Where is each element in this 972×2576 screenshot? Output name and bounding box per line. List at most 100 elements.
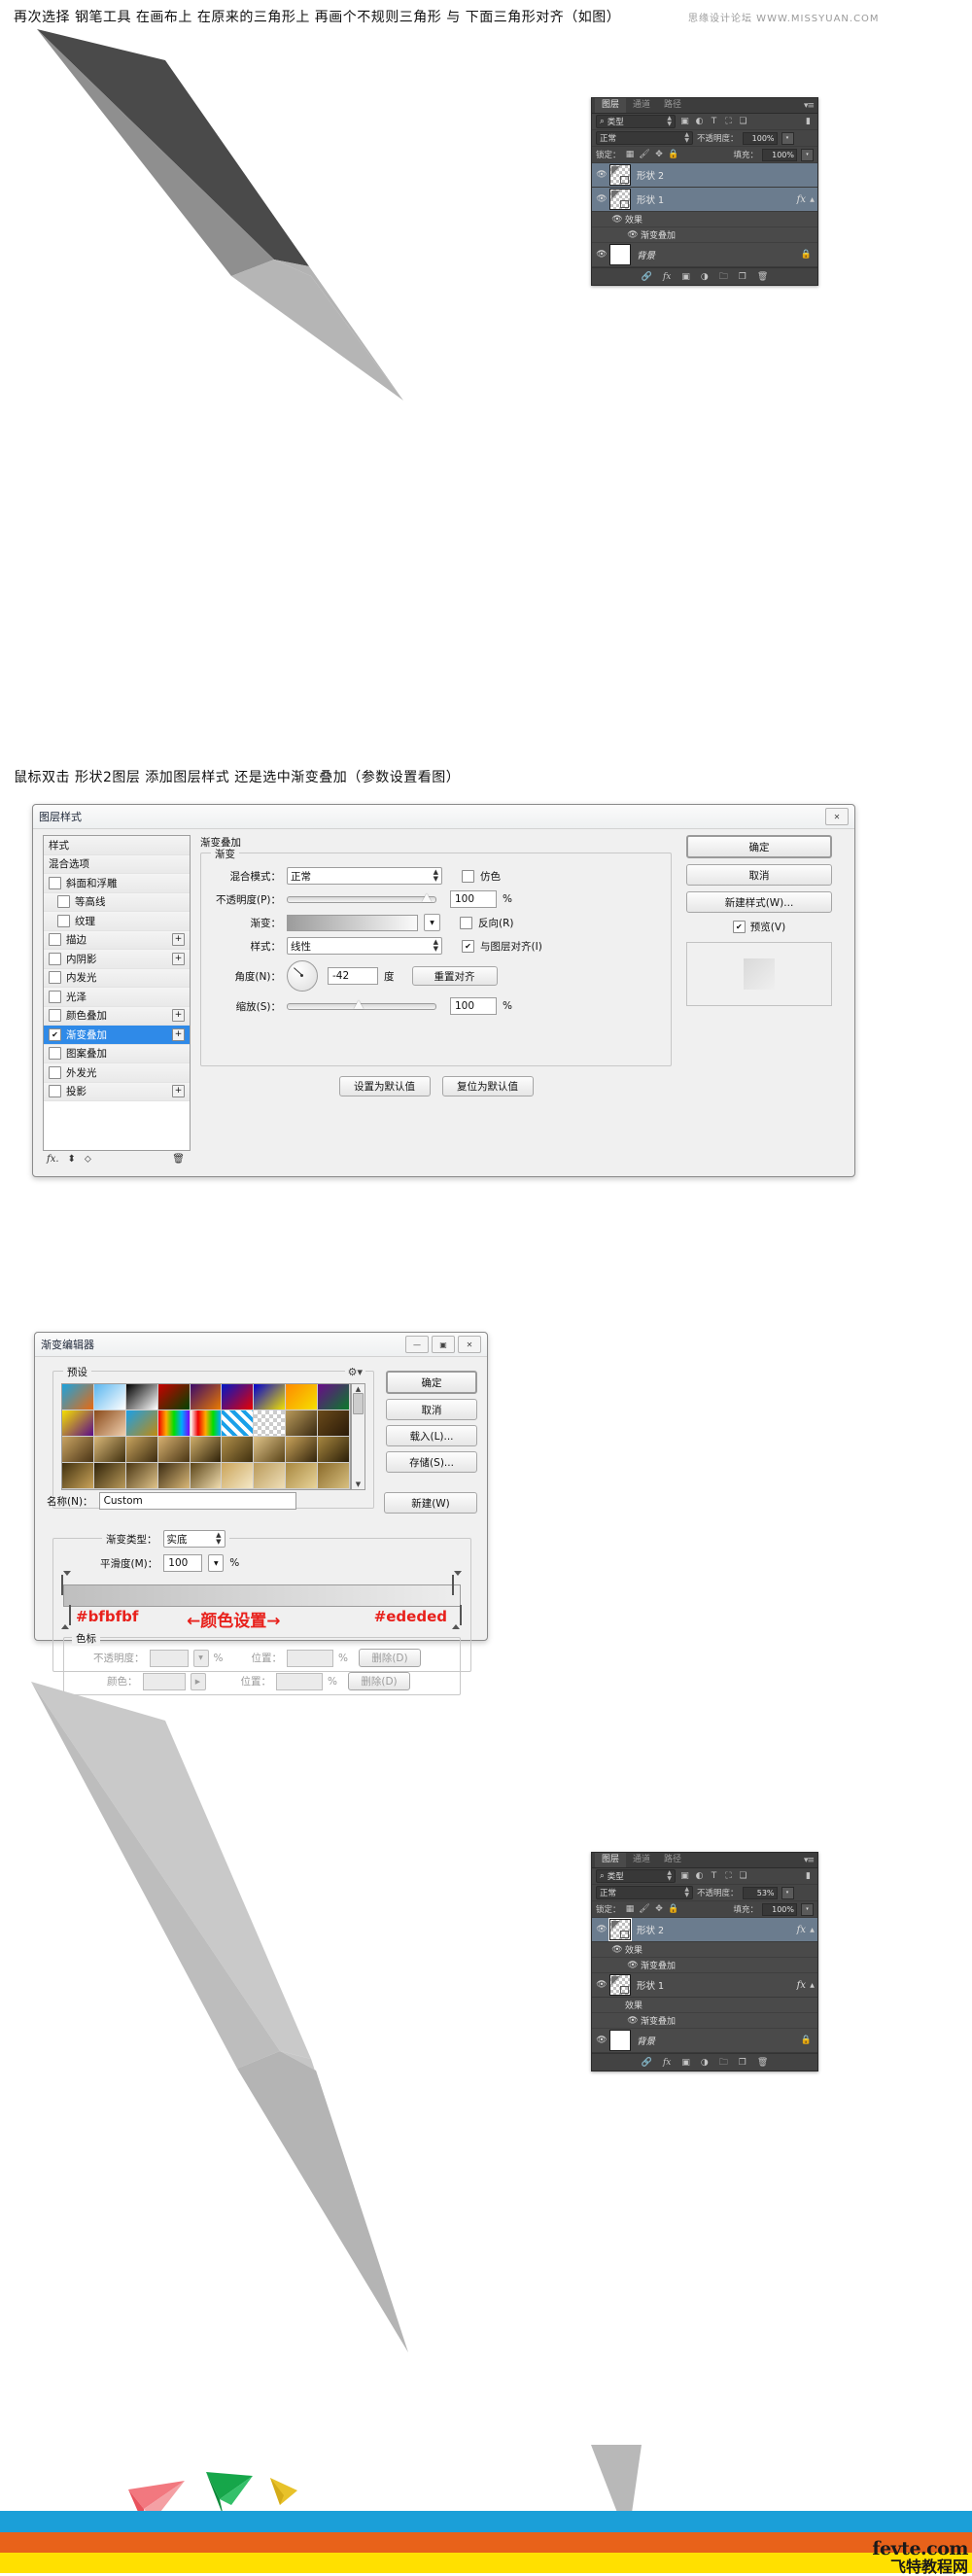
group-icon[interactable]: 🗀 — [719, 2055, 728, 2071]
load-button[interactable]: 载入(L)... — [386, 1425, 477, 1446]
preset-cell[interactable] — [254, 1384, 287, 1410]
ok-button[interactable]: 确定 — [686, 835, 832, 858]
eye-icon[interactable]: 👁 — [594, 194, 609, 204]
filter-toggle-icon[interactable]: ▮ — [803, 117, 814, 127]
new-effect-icon[interactable]: ⬍ — [68, 1154, 76, 1165]
filter-adjustment-icon[interactable]: ◐ — [694, 1871, 705, 1882]
effects-group-row-top[interactable]: 👁 效果 — [592, 212, 817, 227]
close-icon[interactable]: ✕ — [458, 1336, 481, 1353]
preset-cell[interactable] — [157, 1384, 191, 1410]
style-item-gradient-overlay[interactable]: 渐变叠加 + — [44, 1026, 190, 1045]
lock-all-icon[interactable]: 🔒 — [668, 150, 678, 160]
smoothness-input[interactable]: 100 — [163, 1554, 203, 1572]
gradient-editor-dialog[interactable]: 渐变编辑器 — ▣ ✕ 预设 ⚙▾ ▲ ▼ 确定 取消 载入(L)... 存储(… — [34, 1332, 488, 1695]
fill-stepper-top[interactable]: ▾ — [801, 148, 814, 161]
layer-row-shape2-top[interactable]: 👁 形状 2 — [592, 163, 817, 188]
preset-cell[interactable] — [125, 1463, 158, 1489]
tab-paths[interactable]: 路径 — [657, 1853, 688, 1867]
delete-icon[interactable]: 🗑 — [757, 272, 768, 282]
tab-layers[interactable]: 图层 — [595, 1853, 627, 1867]
layer-row-shape2-bottom[interactable]: 👁 形状 2 fx ▲ — [592, 1918, 817, 1942]
style-list-footer[interactable]: fx. ⬍ ⬦ 🗑 — [43, 1151, 191, 1166]
preset-cell[interactable] — [254, 1437, 287, 1463]
preset-cell[interactable] — [286, 1463, 319, 1489]
tab-paths[interactable]: 路径 — [657, 98, 688, 113]
set-default-button[interactable]: 设置为默认值 — [338, 1076, 431, 1097]
checkbox[interactable] — [49, 1065, 61, 1079]
ok-button[interactable]: 确定 — [386, 1371, 477, 1394]
opacity-stop-left[interactable] — [61, 1571, 72, 1595]
preset-cell[interactable] — [190, 1384, 223, 1410]
eye-icon[interactable]: 👁 — [594, 1925, 609, 1934]
chevron-up-icon[interactable]: ▲ — [809, 1927, 816, 1933]
preset-cell[interactable] — [62, 1463, 94, 1489]
lock-position-icon[interactable]: ✥ — [654, 1904, 665, 1915]
eye-icon[interactable]: 👁 — [609, 1945, 625, 1955]
mask-icon[interactable]: ▣ — [681, 2058, 690, 2068]
preset-cell[interactable] — [318, 1437, 350, 1463]
layer-style-side-buttons[interactable]: 确定 取消 新建样式(W)... 预览(V) — [686, 835, 832, 1006]
fill-value-top[interactable]: 100% — [762, 148, 797, 161]
preset-cell[interactable] — [93, 1384, 126, 1410]
preset-cell[interactable] — [93, 1410, 126, 1437]
plus-icon[interactable]: + — [172, 1009, 185, 1023]
color-stop-left[interactable] — [61, 1605, 72, 1629]
filter-type-select[interactable]: ⌕ 类型 ▲ ▼ — [596, 115, 676, 128]
preset-cell[interactable] — [62, 1437, 94, 1463]
layers-panel-bottom[interactable]: 图层 通道 路径 ▾≡ ⌕ 类型 ▲ ▼ ▣ ◐ T ⛶ ❏ ▮ 正常 ▲ ▼ 不透… — [591, 1852, 818, 2071]
style-item-bevel-emboss[interactable]: 斜面和浮雕 — [44, 874, 190, 893]
align-layer-checkbox[interactable] — [462, 939, 474, 953]
plus-icon[interactable]: + — [172, 933, 185, 947]
preset-cell[interactable] — [254, 1463, 287, 1489]
preset-cell[interactable] — [286, 1384, 319, 1410]
preset-cell[interactable] — [286, 1437, 319, 1463]
opacity-stop-right[interactable] — [452, 1571, 463, 1595]
lock-position-icon[interactable]: ✥ — [654, 150, 665, 160]
style-item-satin[interactable]: 光泽 — [44, 988, 190, 1007]
style-item-styles[interactable]: 样式 — [44, 836, 190, 855]
effect-row-gradient-overlay-shape2[interactable]: 👁 渐变叠加 — [592, 1958, 817, 1973]
adjustment-layer-icon[interactable]: ◑ — [701, 2058, 709, 2068]
panel-tabs-bottom[interactable]: 图层 通道 路径 ▾≡ — [592, 1853, 817, 1868]
layer-style-dialog[interactable]: 图层样式 ✕ 样式 混合选项 斜面和浮雕 等高线 纹理 描边 + 内阴影 + 内… — [32, 804, 855, 1177]
checkbox[interactable] — [49, 1085, 61, 1098]
new-gradient-button[interactable]: 新建(W) — [384, 1492, 477, 1514]
chevron-up-icon[interactable]: ▲ — [809, 196, 816, 203]
eye-icon[interactable]: 👁 — [594, 1980, 609, 1990]
checkbox[interactable] — [57, 895, 70, 909]
fx-icon[interactable]: fx — [663, 2058, 671, 2068]
minimize-icon[interactable]: — — [405, 1336, 429, 1353]
preset-cell[interactable] — [190, 1410, 223, 1437]
delete-opacity-stop-button[interactable]: 删除(D) — [358, 1649, 421, 1667]
tab-channels[interactable]: 通道 — [626, 1853, 657, 1867]
effects-group-row-shape1[interactable]: 效果 — [592, 1998, 817, 2013]
eye-icon[interactable]: 👁 — [625, 2016, 641, 2026]
tab-channels[interactable]: 通道 — [626, 98, 657, 113]
checkbox[interactable] — [49, 1047, 61, 1061]
style-list-container[interactable]: 样式 混合选项 斜面和浮雕 等高线 纹理 描边 + 内阴影 + 内发光 光泽 颜… — [43, 835, 191, 1166]
name-input[interactable]: Custom — [98, 1492, 296, 1510]
save-button[interactable]: 存储(S)... — [386, 1451, 477, 1473]
gradient-name-row[interactable]: 名称(N)： Custom — [47, 1492, 296, 1510]
blend-mode-select[interactable]: 正常 ▲ ▼ — [287, 867, 442, 885]
preset-cell[interactable] — [157, 1437, 191, 1463]
preset-cell[interactable] — [222, 1410, 255, 1437]
plus-icon[interactable]: + — [172, 952, 185, 965]
preset-cell[interactable] — [93, 1437, 126, 1463]
eye-icon[interactable]: 👁 — [594, 250, 609, 260]
fill-value-bottom[interactable]: 100% — [762, 1902, 797, 1916]
scroll-down-icon[interactable]: ▼ — [356, 1480, 361, 1488]
preset-cell[interactable] — [125, 1410, 158, 1437]
gradient-dropdown[interactable]: ▼ — [424, 914, 440, 931]
cancel-button[interactable]: 取消 — [386, 1399, 477, 1420]
layer-row-shape1-top[interactable]: 👁 形状 1 fx ▲ — [592, 188, 817, 212]
new-layer-icon[interactable]: ❐ — [739, 272, 746, 282]
style-item-blending-options[interactable]: 混合选项 — [44, 854, 190, 874]
style-item-pattern-overlay[interactable]: 图案叠加 — [44, 1044, 190, 1063]
preset-scrollbar[interactable]: ▲ ▼ — [351, 1383, 365, 1490]
checkbox[interactable] — [49, 1027, 61, 1041]
filter-image-icon[interactable]: ▣ — [679, 1871, 690, 1882]
checkbox[interactable] — [49, 990, 61, 1003]
preset-grid[interactable] — [61, 1383, 351, 1490]
eye-icon[interactable]: 👁 — [625, 1961, 641, 1970]
